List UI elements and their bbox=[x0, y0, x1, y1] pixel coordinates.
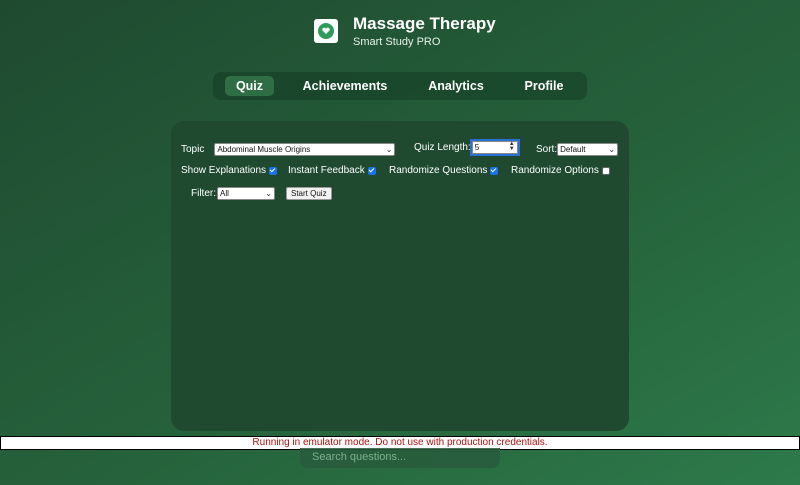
chevron-down-icon: ⌄ bbox=[265, 189, 272, 198]
randomize-questions-label: Randomize Questions bbox=[389, 165, 488, 176]
tab-profile[interactable]: Profile bbox=[519, 76, 569, 96]
show-explanations-label: Show Explanations bbox=[181, 165, 267, 176]
app-header: Massage Therapy Smart Study PRO bbox=[314, 14, 496, 49]
randomize-options-checkbox[interactable] bbox=[601, 166, 610, 175]
stepper-arrows-icon[interactable]: ▲ ▼ bbox=[509, 141, 515, 152]
main-nav: Quiz Achievements Analytics Profile bbox=[213, 72, 587, 100]
topic-label: Topic bbox=[181, 144, 205, 155]
show-explanations-checkbox[interactable] bbox=[269, 166, 278, 175]
quiz-settings-panel: Topic Abdominal Muscle Origins ⌄ Quiz Le… bbox=[171, 121, 629, 431]
hands-heart-icon bbox=[314, 19, 338, 43]
tab-achievements[interactable]: Achievements bbox=[299, 76, 391, 96]
search-input[interactable]: Search questions... bbox=[300, 448, 500, 468]
quiz-length-input[interactable]: 5 ▲ ▼ bbox=[469, 139, 520, 156]
instant-feedback-label: Instant Feedback bbox=[288, 165, 365, 176]
topic-select-value: Abdominal Muscle Origins bbox=[217, 145, 311, 154]
quiz-length-value: 5 bbox=[474, 143, 480, 152]
sort-label: Sort: bbox=[536, 144, 558, 155]
tab-quiz[interactable]: Quiz bbox=[225, 76, 274, 96]
instant-feedback-checkbox[interactable] bbox=[367, 166, 376, 175]
filter-select-value: All bbox=[220, 189, 229, 198]
tab-analytics[interactable]: Analytics bbox=[423, 76, 489, 96]
filter-label: Filter: bbox=[191, 188, 216, 199]
randomize-options-label: Randomize Options bbox=[511, 165, 599, 176]
chevron-down-icon: ⌄ bbox=[385, 145, 393, 154]
app-subtitle: Smart Study PRO bbox=[353, 36, 441, 48]
randomize-questions-checkbox[interactable] bbox=[490, 166, 499, 175]
sort-select-value: Default bbox=[560, 145, 586, 154]
quiz-length-label: Quiz Length: bbox=[414, 142, 471, 153]
app-title: Massage Therapy bbox=[353, 14, 496, 33]
start-quiz-button[interactable]: Start Quiz bbox=[286, 187, 332, 200]
chevron-down-icon: ⌄ bbox=[608, 145, 616, 154]
sort-select[interactable]: Default ⌄ bbox=[557, 143, 619, 156]
filter-select[interactable]: All ⌄ bbox=[217, 187, 275, 200]
topic-select[interactable]: Abdominal Muscle Origins ⌄ bbox=[214, 143, 396, 156]
